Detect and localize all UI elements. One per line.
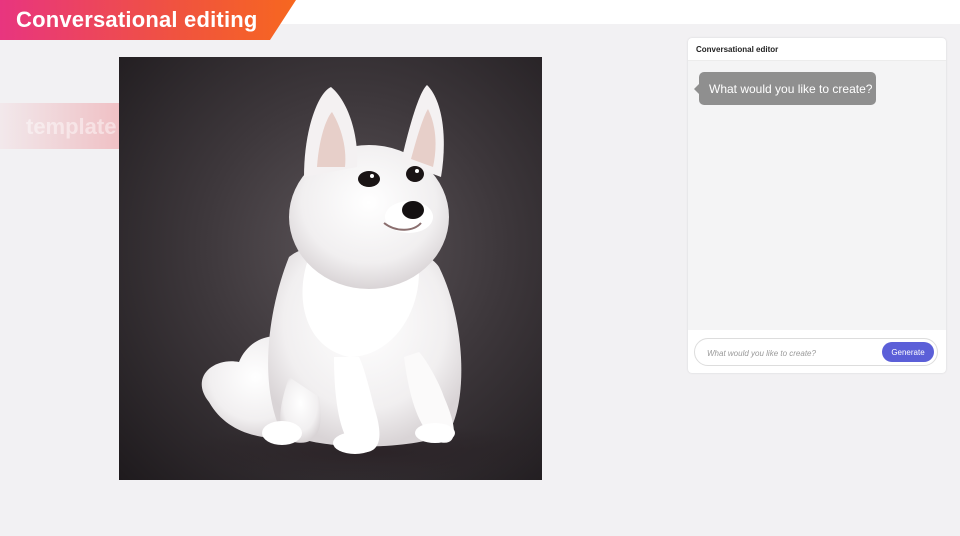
puppy-image [179,85,542,480]
ghost-banner-text: template [26,114,117,139]
conversational-editor-panel: Conversational editor What would you lik… [688,38,946,373]
title-banner: Conversational editing [0,0,296,40]
prompt-bar: Generate [694,338,938,366]
page-title: Conversational editing [16,7,258,32]
panel-title: Conversational editor [688,38,946,61]
generate-button[interactable]: Generate [882,342,934,362]
assistant-message: What would you like to create? [694,72,876,105]
prompt-input[interactable] [705,343,885,363]
image-canvas[interactable] [119,57,542,480]
chat-history[interactable]: What would you like to create? [688,61,946,330]
